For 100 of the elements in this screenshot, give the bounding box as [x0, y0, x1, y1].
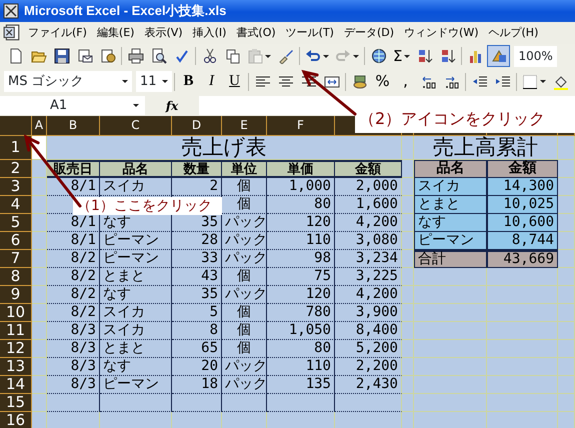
- menu-item[interactable]: ウィンドウ(W): [399, 23, 484, 43]
- table-cell: 110: [267, 358, 335, 376]
- row-header[interactable]: 11: [0, 322, 32, 340]
- column-header[interactable]: E: [222, 116, 267, 136]
- cell: [487, 268, 558, 286]
- row-header[interactable]: 10: [0, 304, 32, 322]
- name-box[interactable]: A1: [0, 96, 145, 115]
- zoom-field[interactable]: 100%: [514, 46, 557, 66]
- column-header[interactable]: A: [32, 116, 47, 136]
- cell: [487, 412, 558, 428]
- row-header[interactable]: 5: [0, 214, 32, 232]
- menu-item[interactable]: ヘルプ(H): [484, 23, 544, 43]
- table-cell: 個: [222, 178, 267, 196]
- row-header[interactable]: 15: [0, 394, 32, 412]
- table-cell: 8: [172, 322, 222, 340]
- cell: [267, 412, 335, 428]
- table-cell: パック: [222, 286, 267, 304]
- insert-function-button[interactable]: fx: [145, 96, 199, 116]
- cell: [558, 178, 575, 196]
- align-left-icon: [254, 74, 270, 90]
- toolbar-button[interactable]: %: [371, 70, 394, 92]
- checkmark-icon: [174, 48, 190, 64]
- table-cell: 33: [172, 250, 222, 268]
- cell: [487, 304, 558, 322]
- toolbar-button[interactable]: ,: [394, 70, 417, 92]
- cell: [558, 214, 575, 232]
- column-header[interactable]: C: [100, 116, 172, 136]
- cell: [402, 160, 414, 178]
- caret-icon: [540, 79, 546, 84]
- align-center-icon: [278, 74, 294, 90]
- table-cell: 120: [267, 214, 335, 232]
- globe-icon: [370, 48, 386, 64]
- menu-item[interactable]: 編集(E): [92, 23, 140, 43]
- cell: [402, 286, 414, 304]
- table-cell: なす: [414, 214, 487, 232]
- bold-button[interactable]: B: [177, 70, 200, 92]
- printer-icon: [128, 48, 144, 64]
- merge-cells-icon: [324, 74, 340, 90]
- header-cell: 金額: [487, 160, 558, 178]
- menu-item[interactable]: データ(D): [338, 23, 400, 43]
- column-header[interactable]: D: [172, 116, 222, 136]
- font-name-field[interactable]: MS ゴシック: [4, 71, 132, 92]
- row-header[interactable]: 6: [0, 232, 32, 250]
- menu-item[interactable]: 書式(O): [231, 23, 281, 43]
- header-cell: 単位: [222, 160, 267, 178]
- row-header[interactable]: 13: [0, 358, 32, 376]
- font-size-field[interactable]: 11: [136, 71, 172, 92]
- table-cell: 35: [172, 214, 222, 232]
- row-header[interactable]: 16: [0, 412, 32, 428]
- column-header[interactable]: B: [47, 116, 100, 136]
- cell: [47, 412, 100, 428]
- table-cell: 3,234: [335, 250, 402, 268]
- cell: [402, 340, 414, 358]
- menu-item[interactable]: 表示(V): [139, 23, 188, 43]
- table-cell: 18: [172, 376, 222, 394]
- drawing-button[interactable]: [487, 45, 510, 67]
- arrow: [301, 70, 356, 116]
- table-cell: パック: [222, 376, 267, 394]
- row-header[interactable]: 12: [0, 340, 32, 358]
- cell: [100, 412, 172, 428]
- table-cell: 8,744: [487, 232, 558, 250]
- row-header[interactable]: 14: [0, 376, 32, 394]
- row-header[interactable]: 4: [0, 196, 32, 214]
- row-header[interactable]: 1: [0, 136, 32, 160]
- align-right-icon: [300, 74, 316, 90]
- row-header[interactable]: 9: [0, 286, 32, 304]
- table-cell: 8/1: [47, 232, 100, 250]
- table-cell: 個: [222, 268, 267, 286]
- row-header[interactable]: 8: [0, 268, 32, 286]
- undo-icon: [305, 48, 321, 64]
- menu-item[interactable]: ツール(T): [280, 23, 339, 43]
- table-cell: なす: [100, 358, 172, 376]
- table-cell: 28: [172, 232, 222, 250]
- toolbar-button[interactable]: Σ: [390, 45, 414, 67]
- table-cell: ピーマン: [414, 232, 487, 250]
- header-cell: 金額: [335, 160, 402, 178]
- table-cell: パック: [222, 250, 267, 268]
- select-all-button[interactable]: [0, 116, 32, 136]
- caret-icon: [404, 54, 410, 58]
- row-header[interactable]: 3: [0, 178, 32, 196]
- italic-button[interactable]: I: [200, 70, 223, 92]
- table-cell: 個: [222, 340, 267, 358]
- table-cell: ピーマン: [100, 250, 172, 268]
- row-header[interactable]: 7: [0, 250, 32, 268]
- menu-item[interactable]: ファイル(F): [23, 23, 92, 43]
- table-cell: とまと: [100, 340, 172, 358]
- header-cell: 数量: [172, 160, 222, 178]
- row-header[interactable]: 2: [0, 160, 32, 178]
- header-cell: 品名: [100, 160, 172, 178]
- scissors-icon: [202, 48, 218, 64]
- column-header[interactable]: F: [267, 116, 335, 136]
- table-cell: 合計: [414, 250, 487, 268]
- table-cell: スイカ: [100, 304, 172, 322]
- table-title: 売上げ表: [47, 136, 402, 160]
- table-cell: なす: [100, 214, 172, 232]
- table-cell: 20: [172, 358, 222, 376]
- caret-icon: [133, 103, 139, 108]
- document-icon: [100, 48, 116, 64]
- menu-item[interactable]: 挿入(I): [188, 23, 232, 43]
- underline-button[interactable]: U: [223, 70, 246, 92]
